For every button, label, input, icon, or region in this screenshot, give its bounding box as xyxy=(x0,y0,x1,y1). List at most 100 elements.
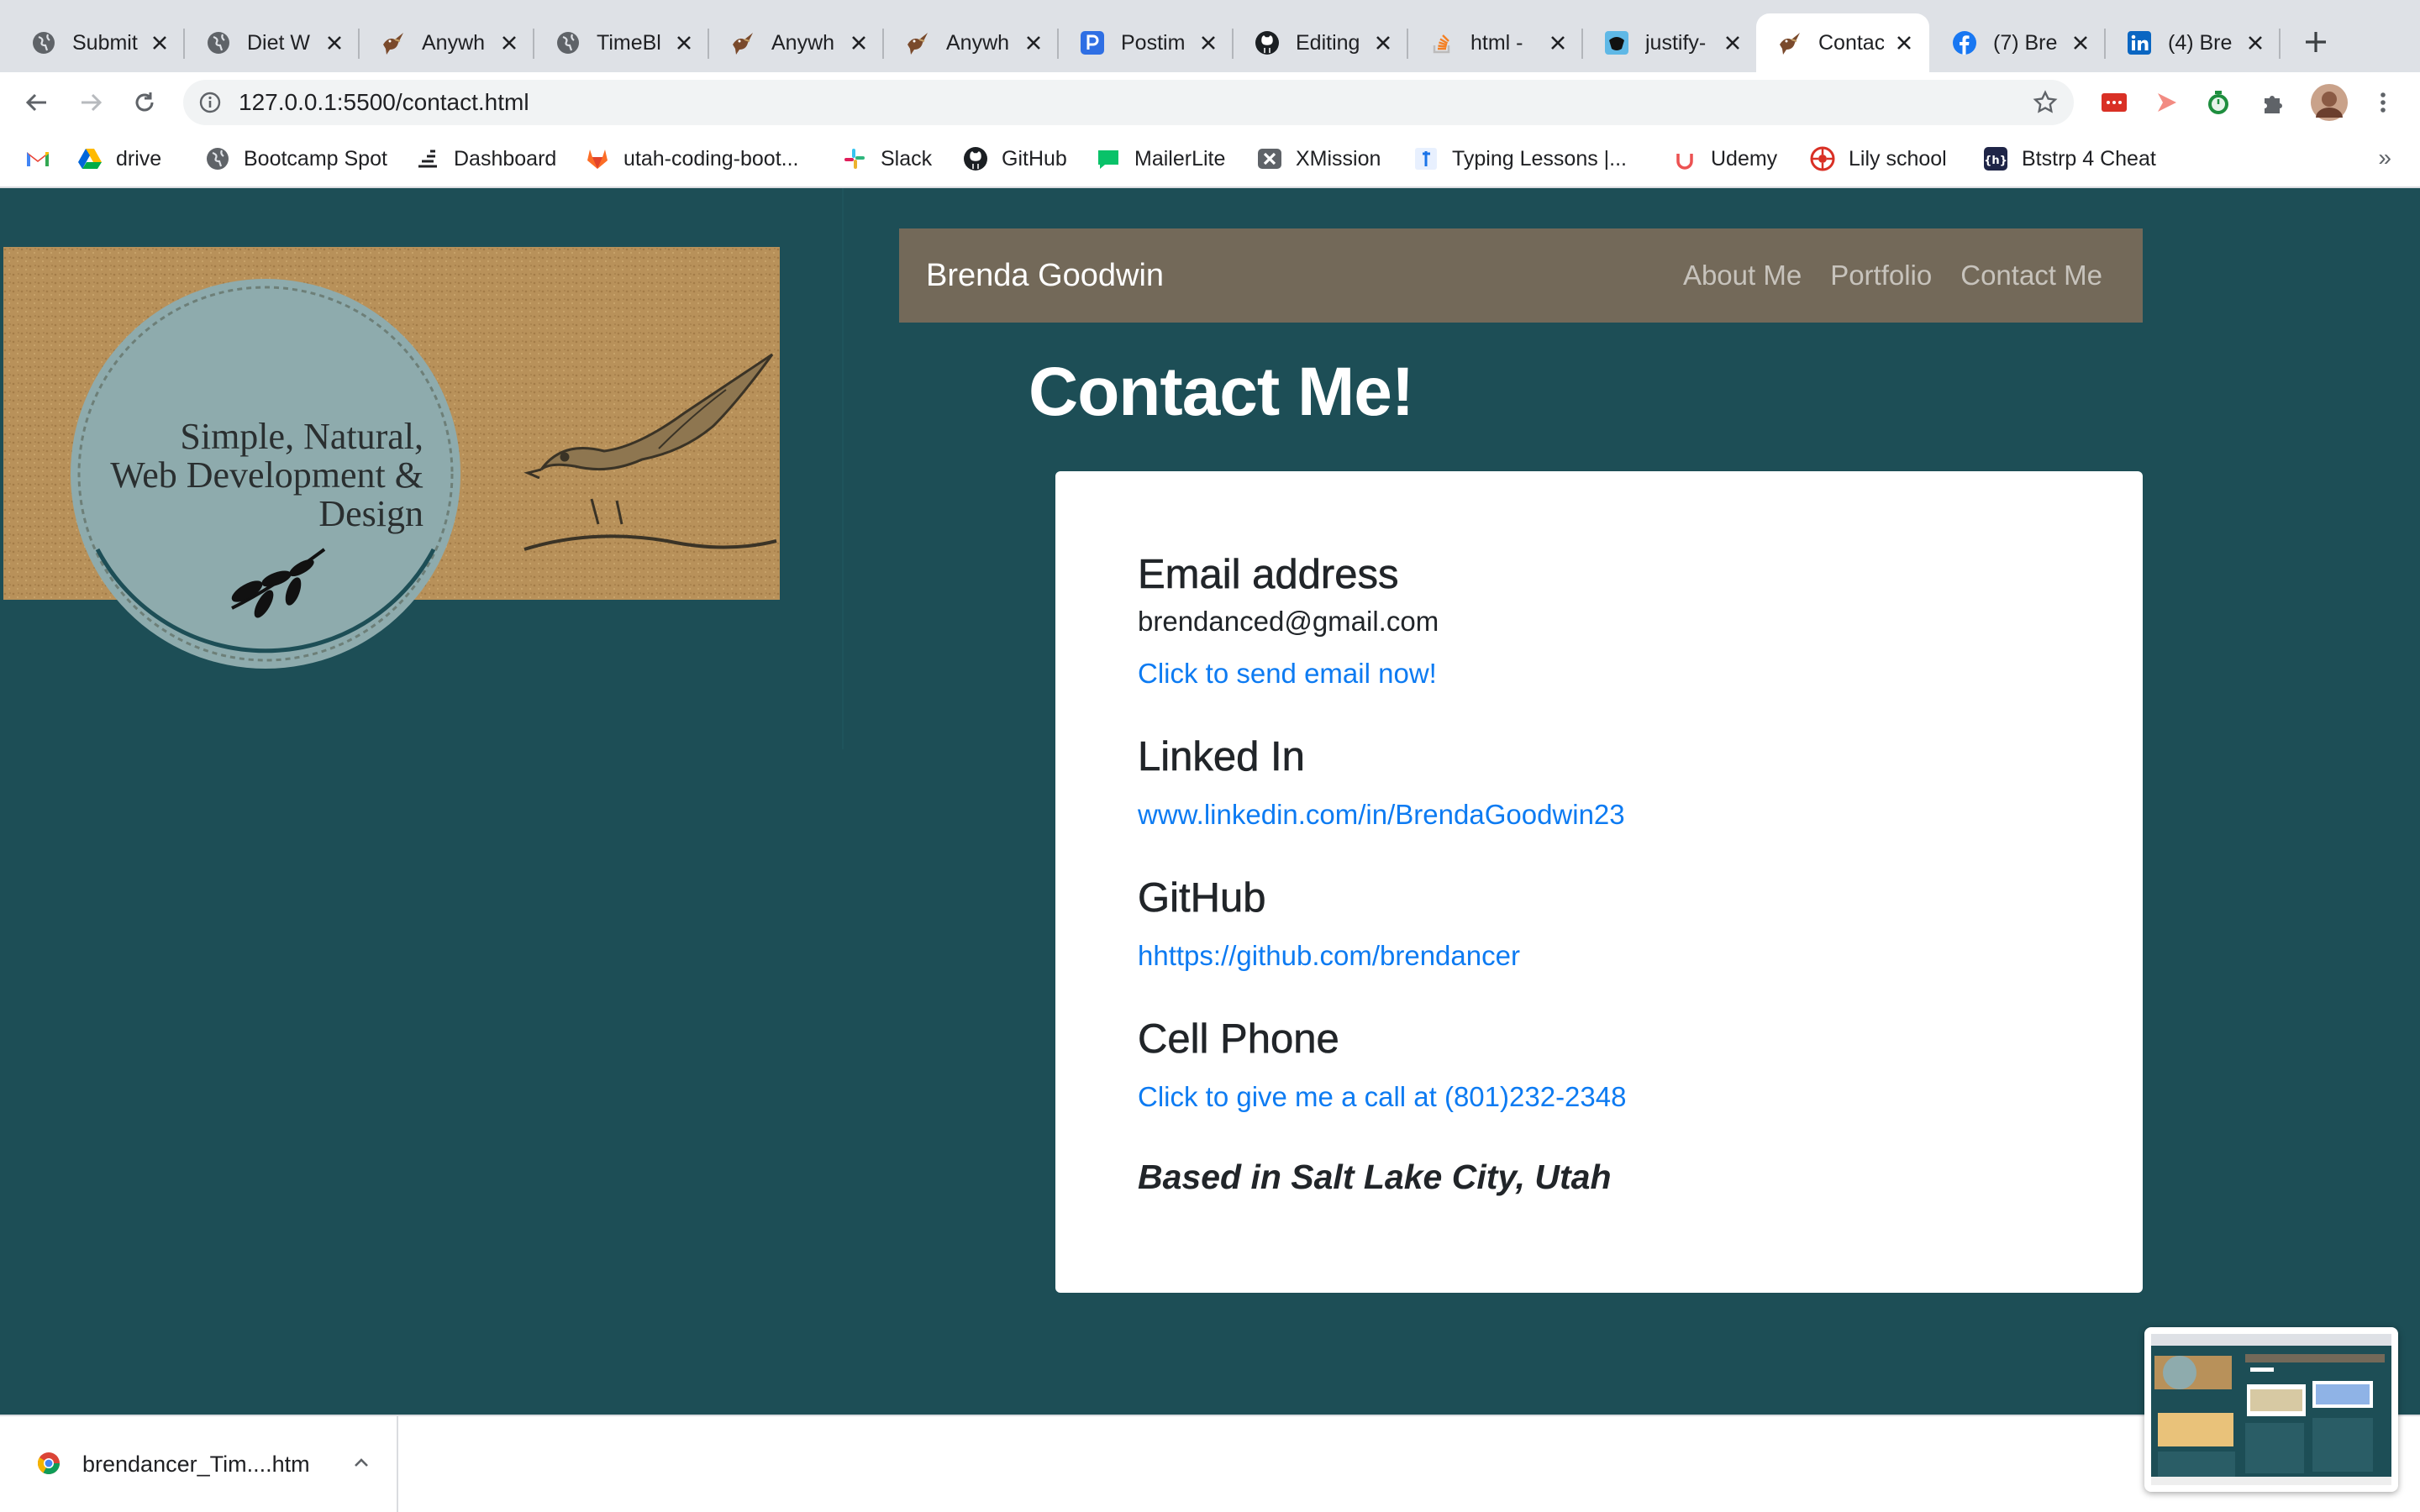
xmission-icon xyxy=(1257,146,1282,171)
github-link[interactable]: hhttps://github.com/brendancer xyxy=(1138,940,1520,972)
close-icon[interactable] xyxy=(496,29,523,56)
back-button[interactable] xyxy=(17,82,57,123)
bird-icon xyxy=(904,29,931,56)
browser-tab[interactable]: (4) Bre xyxy=(2106,13,2281,72)
close-icon[interactable] xyxy=(1544,29,1571,56)
linkedin-link[interactable]: www.linkedin.com/in/BrendaGoodwin23 xyxy=(1138,799,1625,831)
close-icon[interactable] xyxy=(321,29,348,56)
bookmark-star-icon[interactable] xyxy=(2030,87,2060,118)
new-tab-button[interactable] xyxy=(2292,18,2339,66)
browser-tab[interactable]: (7) Bre xyxy=(1931,13,2106,72)
chrome-file-icon xyxy=(37,1452,60,1475)
site-brand[interactable]: Brenda Goodwin xyxy=(926,228,1164,323)
browser-tab[interactable]: Submit xyxy=(10,13,185,72)
tab-strip: Submit Diet W Anywh TimeBl Anywh Anywh Postim E… xyxy=(0,0,2420,72)
profile-avatar[interactable] xyxy=(2311,84,2348,121)
bookmark-item[interactable] xyxy=(25,133,50,185)
bookmark-item[interactable]: Udemy xyxy=(1672,133,1777,185)
gitlab-icon xyxy=(585,146,610,171)
bookmark-label: XMission xyxy=(1296,146,1381,171)
reload-button[interactable] xyxy=(124,82,165,123)
tab-active[interactable]: Contac xyxy=(1756,13,1929,72)
nav-about-me[interactable]: About Me xyxy=(1683,260,1802,291)
bookmark-label: Slack xyxy=(881,146,933,171)
address-bar[interactable]: 127.0.0.1:5500/contact.html xyxy=(183,80,2074,125)
linkedin-heading: Linked In xyxy=(1138,734,1305,780)
globe-icon xyxy=(30,29,57,56)
close-icon[interactable] xyxy=(671,29,697,56)
bookmark-item[interactable]: XMission xyxy=(1257,133,1381,185)
bird-icon xyxy=(729,29,756,56)
bookmark-item[interactable]: Bootcamp Spot xyxy=(205,133,387,185)
download-shelf: brendancer_Tim....htm xyxy=(0,1415,2420,1512)
site-navbar: Brenda Goodwin About Me Portfolio Contac… xyxy=(899,228,2143,323)
tab-title: Postim xyxy=(1121,30,1186,55)
site-info-icon[interactable] xyxy=(195,87,225,118)
browser-tab[interactable]: Anywh xyxy=(884,13,1059,72)
stackoverflow-icon xyxy=(1428,29,1455,56)
bookmark-label: Udemy xyxy=(1711,146,1778,171)
extension-play-icon[interactable] xyxy=(2151,87,2181,118)
bookmark-item[interactable]: Slack xyxy=(842,133,932,185)
tab-title: Diet W xyxy=(247,30,310,55)
typing-icon xyxy=(1413,146,1439,171)
tab-title: (4) Bre xyxy=(2168,30,2233,55)
tab-separator xyxy=(2279,29,2281,59)
close-icon[interactable] xyxy=(2242,29,2269,56)
close-icon[interactable] xyxy=(1020,29,1047,56)
browser-tab[interactable]: Editing xyxy=(1234,13,1408,72)
bookmark-item[interactable]: MailerLite xyxy=(1096,133,1225,185)
bookmark-item[interactable]: utah-coding-boot... xyxy=(585,133,798,185)
web-page: Simple, Natural, Web Development & Desig… xyxy=(0,188,2420,1415)
forward-button[interactable] xyxy=(71,82,111,123)
browser-tab[interactable]: Anywh xyxy=(709,13,884,72)
chrome-menu-icon[interactable] xyxy=(2368,87,2398,118)
extension-timer-icon[interactable] xyxy=(2203,87,2233,118)
url-text[interactable]: 127.0.0.1:5500/contact.html xyxy=(239,80,529,125)
browser-tab[interactable]: html - xyxy=(1408,13,1583,72)
bookmarks-overflow-button[interactable]: » xyxy=(2378,144,2391,171)
download-item[interactable]: brendancer_Tim....htm xyxy=(0,1416,398,1512)
browser-tab[interactable]: Anywh xyxy=(360,13,534,72)
browser-tab[interactable]: TimeBl xyxy=(534,13,709,72)
github-icon xyxy=(1254,29,1281,56)
bookmark-item[interactable]: GitHub xyxy=(963,133,1067,185)
bookmark-item[interactable]: {h} Btstrp 4 Cheat xyxy=(1983,133,2156,185)
email-link[interactable]: Click to send email now! xyxy=(1138,658,1437,690)
bird-icon xyxy=(1776,29,1803,56)
bootstrap-cheat-icon: {h} xyxy=(1983,146,2008,171)
browser-tab[interactable]: Diet W xyxy=(185,13,360,72)
svg-text:{h}: {h} xyxy=(1984,155,2007,167)
mailerlite-icon xyxy=(1096,146,1121,171)
browser-tab[interactable]: justify- xyxy=(1583,13,1758,72)
tab-title: html - xyxy=(1470,30,1523,55)
bookmark-item[interactable]: Lily school xyxy=(1810,133,1947,185)
close-icon[interactable] xyxy=(845,29,872,56)
phone-link[interactable]: Click to give me a call at (801)232-2348 xyxy=(1138,1081,1626,1113)
close-icon[interactable] xyxy=(146,29,173,56)
close-icon[interactable] xyxy=(1719,29,1746,56)
extension-red-icon[interactable] xyxy=(2099,87,2129,118)
tab-title: Editing xyxy=(1296,30,1360,55)
close-icon[interactable] xyxy=(1195,29,1222,56)
bookmark-label: utah-coding-boot... xyxy=(623,146,799,171)
chevron-up-icon[interactable] xyxy=(346,1448,376,1478)
nav-contact-me[interactable]: Contact Me xyxy=(1960,260,2102,291)
postimages-icon xyxy=(1079,29,1106,56)
bookmark-item[interactable]: Typing Lessons |... xyxy=(1413,133,1627,185)
left-column: Simple, Natural, Web Development & Desig… xyxy=(0,188,844,749)
screenshot-thumbnail[interactable] xyxy=(2144,1327,2398,1492)
facebook-icon xyxy=(1951,29,1978,56)
extensions-puzzle-icon[interactable] xyxy=(2259,87,2289,118)
lily-icon xyxy=(1810,146,1835,171)
google-drive-icon xyxy=(77,146,103,171)
tab-title: justify- xyxy=(1645,30,1707,55)
nav-portfolio[interactable]: Portfolio xyxy=(1830,260,1932,291)
bookmark-item[interactable]: Dashboard xyxy=(415,133,556,185)
close-icon[interactable] xyxy=(1370,29,1397,56)
close-icon[interactable] xyxy=(1891,29,1918,56)
dashboard-icon xyxy=(415,146,440,171)
bookmark-item[interactable]: drive xyxy=(77,133,161,185)
close-icon[interactable] xyxy=(2067,29,2094,56)
browser-tab[interactable]: Postim xyxy=(1059,13,1234,72)
